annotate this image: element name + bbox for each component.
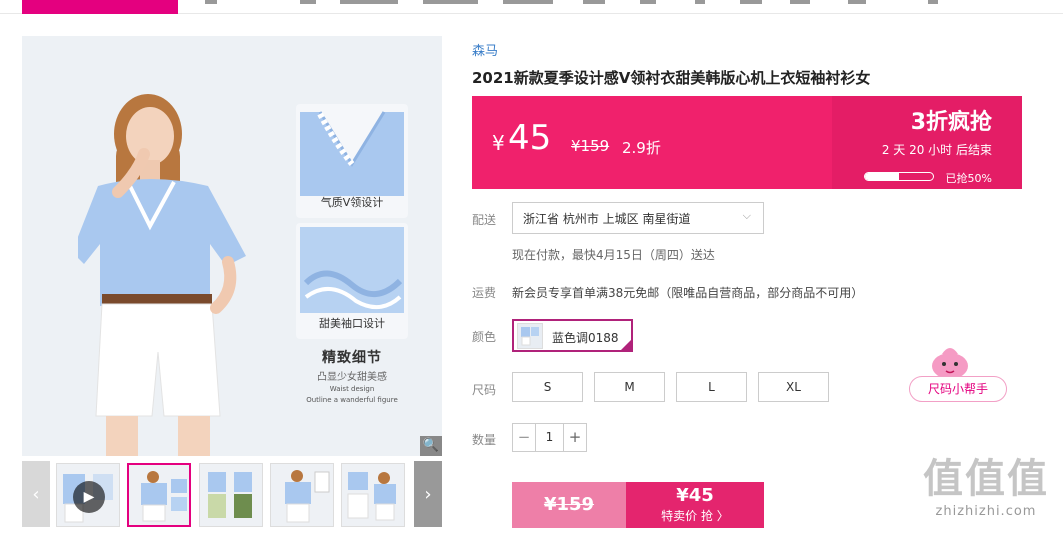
site-watermark: 值值值 zhizhizhi.com <box>912 454 1060 519</box>
thumb-image <box>285 470 330 523</box>
shipping-info: 新会员专享首单满38元免邮（限唯品自营商品，部分商品不可用） <box>512 286 864 300</box>
delivery-eta: 现在付款，最快4月15日（周四）送达 <box>512 248 715 262</box>
size-label: 尺码 <box>472 383 497 397</box>
quantity-value[interactable]: 1 <box>536 424 563 451</box>
nav-item[interactable] <box>848 0 866 4</box>
detail-english-line-1: Waist design <box>329 385 375 393</box>
nav-active-tab[interactable] <box>22 0 178 14</box>
watermark-url: zhizhizhi.com <box>935 504 1037 519</box>
nav-item[interactable] <box>928 0 938 4</box>
buy-original-price: ¥159 <box>512 482 626 528</box>
chevron-down-icon: ⌵ <box>742 209 751 222</box>
collar-detail-image <box>300 111 404 196</box>
flash-sale-title: 3折疯抢 <box>910 110 992 135</box>
product-title: 2021新款夏季设计感V领衬衣甜美韩版心机上衣短袖衬衫女 <box>472 69 871 87</box>
countdown-timer: 2 天 20 小时 后结束 <box>881 143 992 157</box>
nav-item[interactable] <box>640 0 656 4</box>
color-label: 颜色 <box>472 330 497 344</box>
nav-item[interactable] <box>300 0 316 4</box>
thumb-image <box>347 472 396 521</box>
buy-now-button[interactable]: ¥45 特卖价 抢 〉 <box>626 482 764 528</box>
detail-title: 精致细节 <box>322 350 382 366</box>
discount-rate: 2.9折 <box>622 139 661 157</box>
nav-item[interactable] <box>695 0 705 4</box>
brand-link[interactable]: 森马 <box>472 40 498 59</box>
detail-subtitle: 凸显少女甜美感 <box>317 372 387 383</box>
sold-percentage: 已抢50% <box>945 172 992 185</box>
size-helper-button[interactable]: 尺码小帮手 <box>909 376 1007 402</box>
size-option-l[interactable]: L <box>676 372 747 402</box>
color-swatch-thumbnail <box>517 323 543 349</box>
mascot-icon <box>932 348 968 379</box>
detail-english-text: Waist design Outline a wanderful figure <box>296 384 408 406</box>
detail-english-line-2: Outline a wanderful figure <box>306 396 398 404</box>
quantity-decrement-button[interactable]: − <box>513 424 536 451</box>
thumbnail-video[interactable]: ▶ <box>56 463 120 527</box>
nav-item[interactable] <box>503 0 553 4</box>
nav-item[interactable] <box>583 0 605 4</box>
play-icon[interactable]: ▶ <box>73 481 105 513</box>
thumb-next-button[interactable]: › <box>414 461 442 527</box>
main-product-image[interactable]: 气质V领设计 甜美袖口设计 精致细节 凸显少女甜美感 Waist design … <box>22 36 442 456</box>
thumb-prev-button[interactable]: ‹ <box>22 461 50 527</box>
thumbnail-selected[interactable] <box>127 463 191 527</box>
thumb-image <box>141 471 187 522</box>
nav-item[interactable] <box>790 0 810 4</box>
sold-progress-fill <box>865 173 899 180</box>
model-illustration <box>78 94 246 456</box>
quantity-label: 数量 <box>472 433 497 447</box>
selected-check-icon <box>619 338 633 352</box>
color-option-selected[interactable]: 蓝色调0188 <box>512 319 633 352</box>
original-price: ¥159 <box>571 137 610 155</box>
price-banner: ¥ 45 ¥159 2.9折 3折疯抢 2 天 20 小时 后结束 已抢50% <box>472 96 1022 189</box>
currency-symbol: ¥ <box>492 131 505 155</box>
detail-label-cuff: 甜美袖口设计 <box>319 317 385 330</box>
nav-item[interactable] <box>423 0 478 4</box>
thumbnail-strip: ‹ ▶ › <box>22 461 442 527</box>
thumbnail[interactable] <box>199 463 263 527</box>
size-option-s[interactable]: S <box>512 372 583 402</box>
nav-item[interactable] <box>340 0 398 4</box>
nav-item[interactable] <box>740 0 762 4</box>
buy-now-label: 特卖价 抢 〉 <box>661 509 729 523</box>
current-price: 45 <box>508 118 552 158</box>
detail-card-cuff: 甜美袖口设计 <box>296 223 408 339</box>
shipping-label: 运费 <box>472 286 497 300</box>
thumbnail[interactable] <box>270 463 334 527</box>
watermark-logo: 值值值 <box>923 456 1049 502</box>
address-value: 浙江省 杭州市 上城区 南星街道 <box>523 212 691 226</box>
zoom-icon[interactable]: 🔍 <box>420 436 442 456</box>
cuff-detail-image <box>300 227 404 313</box>
delivery-label: 配送 <box>472 213 497 227</box>
size-option-m[interactable]: M <box>594 372 665 402</box>
thumbnail[interactable] <box>341 463 405 527</box>
buy-now-price: ¥45 <box>676 485 714 506</box>
address-select[interactable]: 浙江省 杭州市 上城区 南星街道 ⌵ <box>512 202 764 234</box>
quantity-increment-button[interactable]: + <box>563 424 586 451</box>
detail-card-collar: 气质V领设计 <box>296 104 408 218</box>
thumb-image <box>208 472 252 518</box>
detail-label-collar: 气质V领设计 <box>320 196 384 209</box>
quantity-stepper: − 1 + <box>512 423 587 452</box>
sold-progress-bar <box>864 172 934 181</box>
size-option-xl[interactable]: XL <box>758 372 829 402</box>
color-option-label: 蓝色调0188 <box>552 331 619 345</box>
top-nav-bar <box>0 0 1063 14</box>
nav-item[interactable] <box>205 0 217 4</box>
